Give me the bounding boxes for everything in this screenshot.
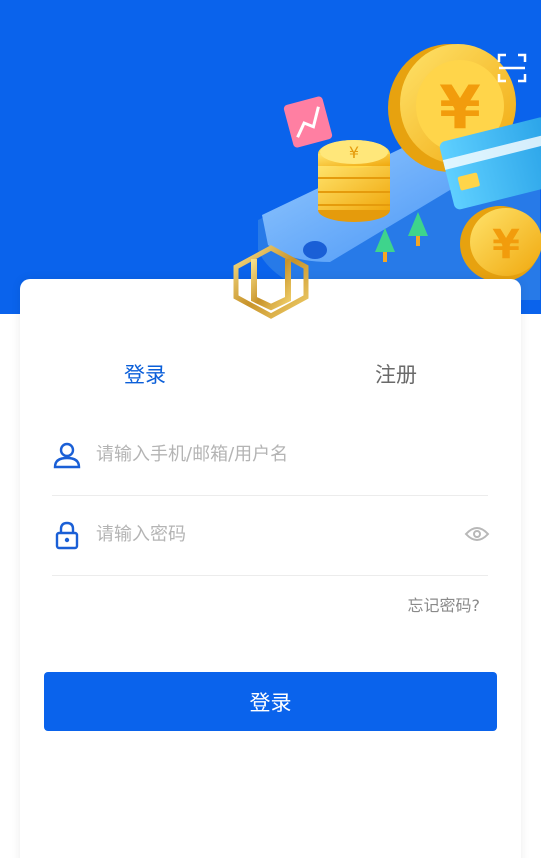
scan-icon (497, 53, 527, 83)
svg-text:¥: ¥ (492, 222, 520, 268)
account-input[interactable] (96, 436, 456, 472)
svg-text:¥: ¥ (439, 73, 481, 143)
chart-tile (283, 96, 333, 148)
eye-icon[interactable] (464, 524, 490, 544)
lock-icon (55, 521, 79, 550)
scan-button[interactable] (496, 52, 528, 84)
password-input[interactable] (96, 516, 456, 552)
login-button[interactable]: 登录 (44, 672, 497, 731)
svg-text:¥: ¥ (349, 143, 359, 162)
brand-logo (233, 245, 309, 319)
forgot-password-link[interactable]: 忘记密码? (380, 592, 481, 616)
tab-login[interactable]: 登录 (85, 355, 205, 395)
user-icon (53, 442, 81, 469)
coin-stack: ¥ (318, 140, 390, 222)
auth-tabs: 登录 注册 (20, 355, 521, 395)
password-field (52, 496, 490, 576)
tab-register[interactable]: 注册 (336, 355, 456, 395)
account-field (52, 416, 488, 496)
